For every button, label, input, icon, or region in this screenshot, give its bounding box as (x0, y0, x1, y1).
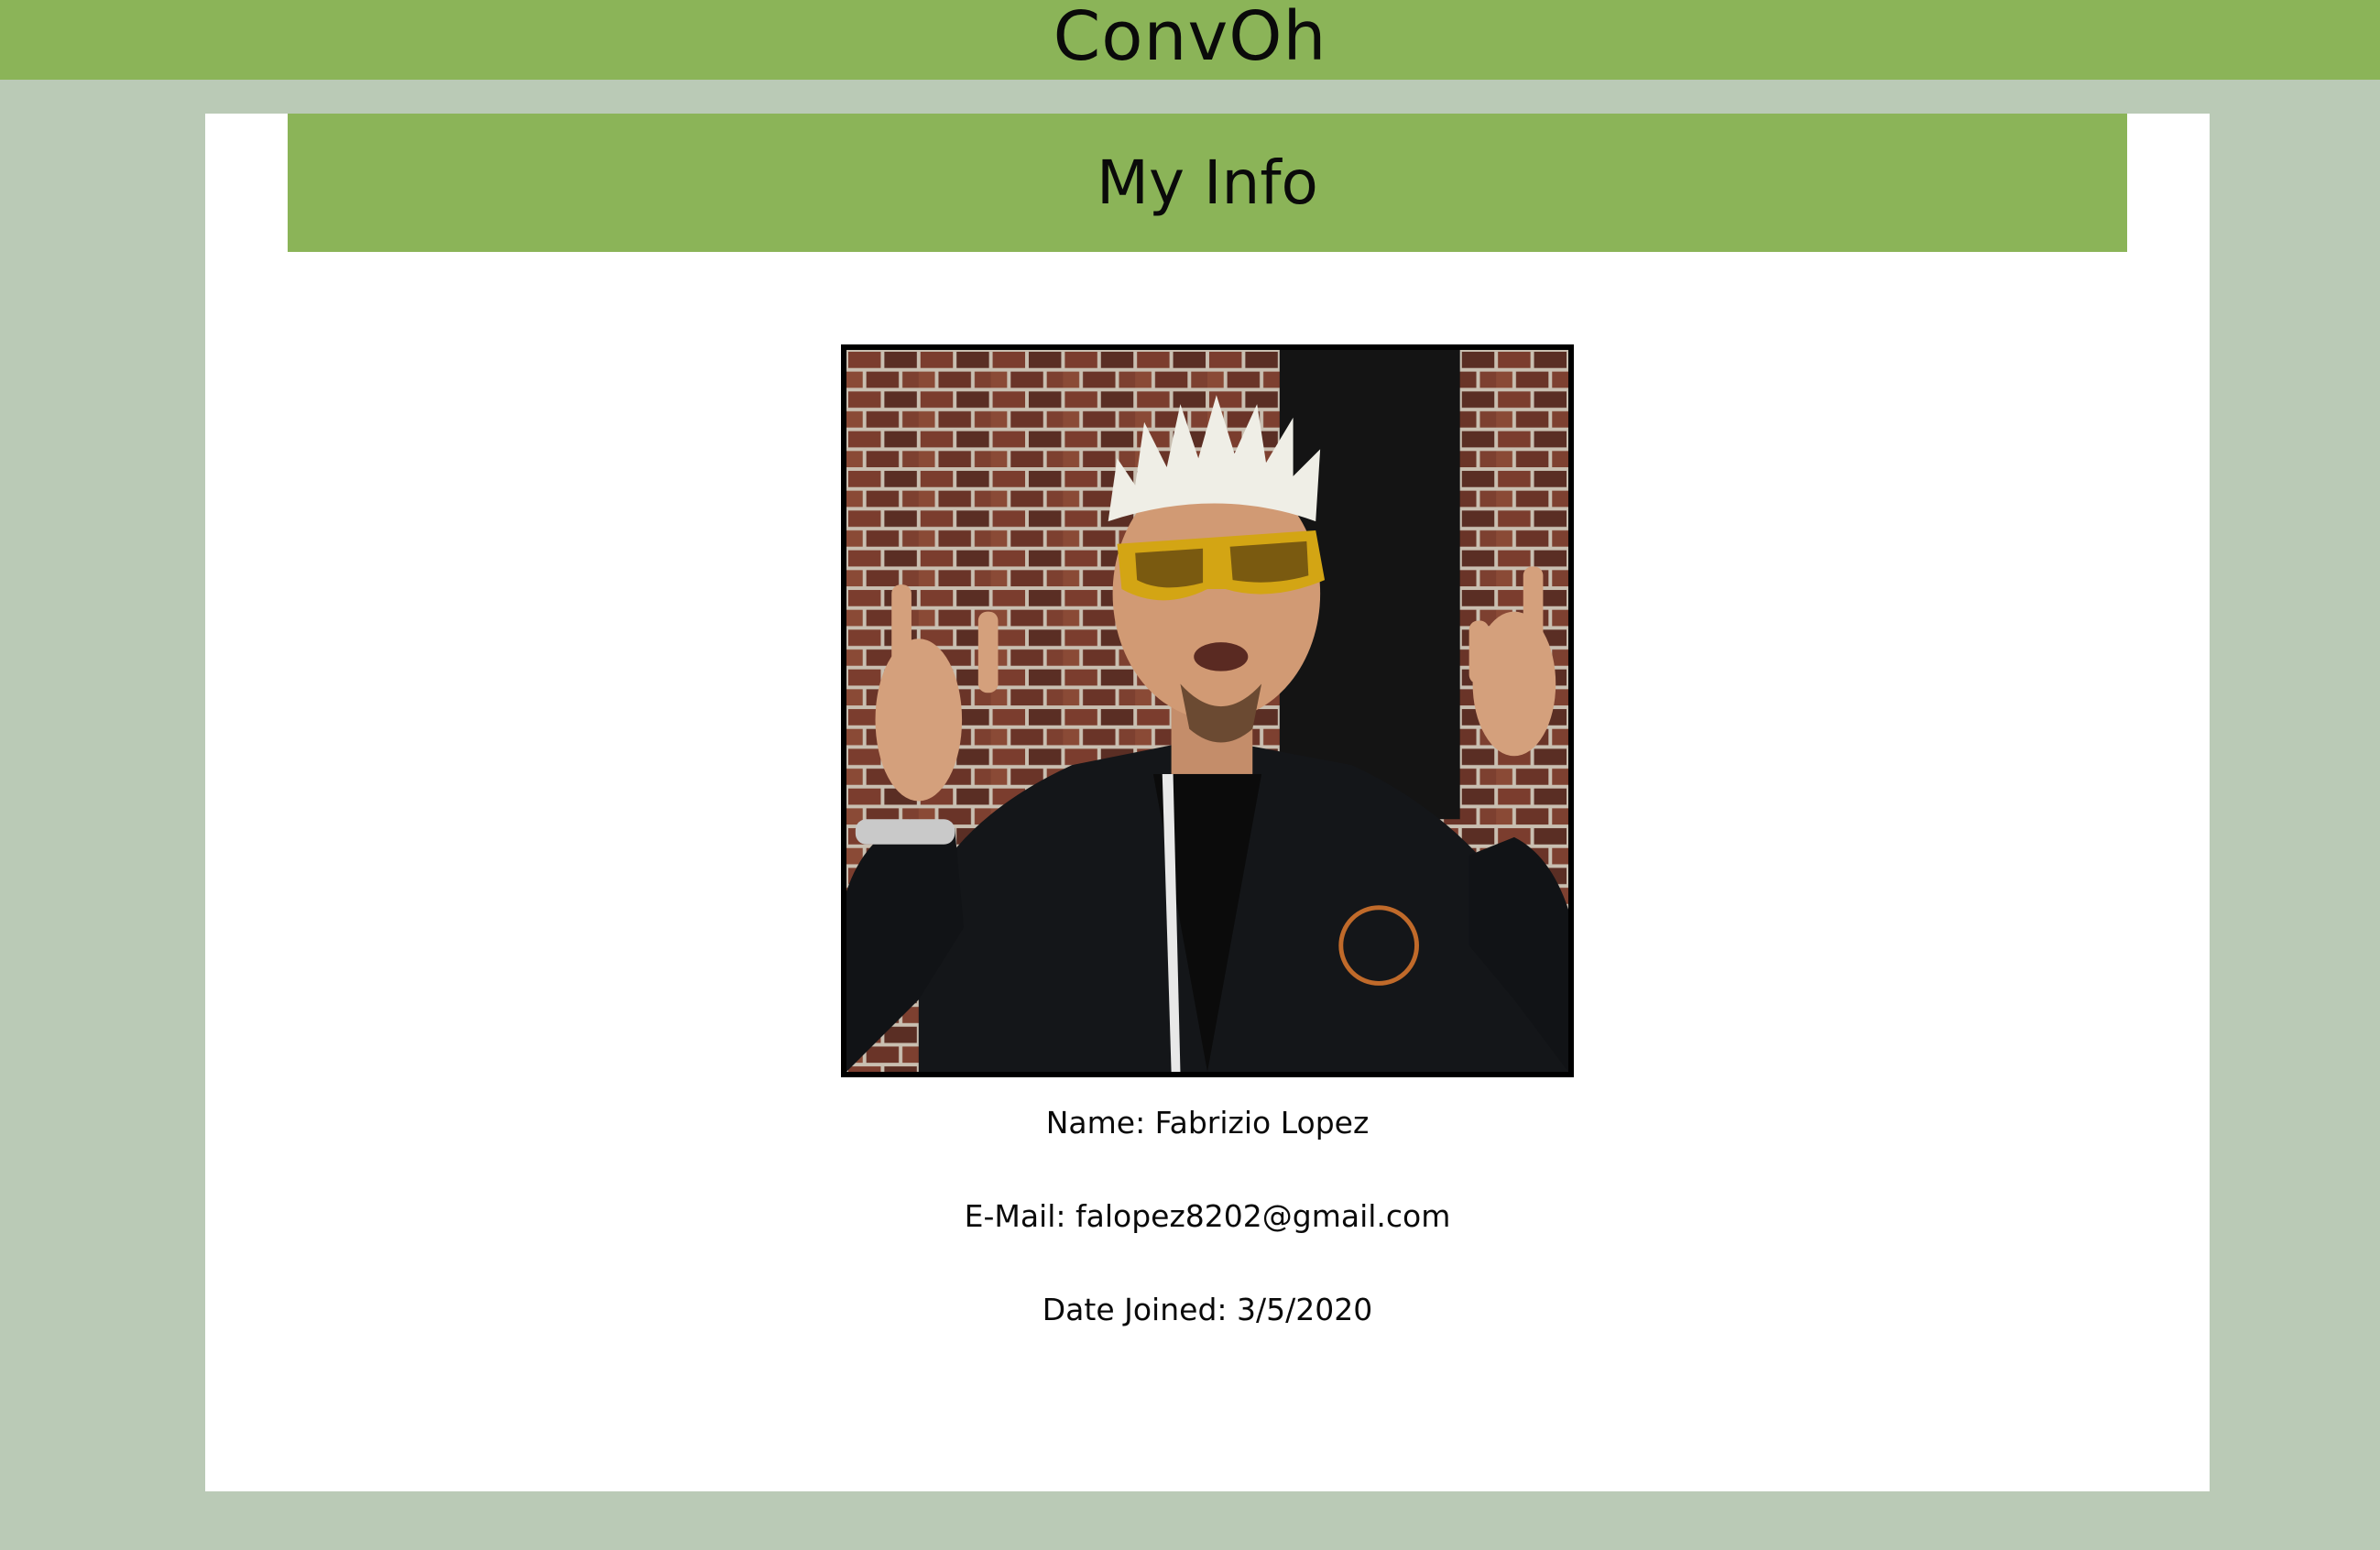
top-bar: ConvOh (0, 0, 2380, 80)
profile-photo-image (846, 350, 1568, 1072)
user-email: E-Mail: falopez8202@gmail.com (964, 1198, 1451, 1234)
date-joined: Date Joined: 3/5/2020 (1042, 1292, 1373, 1327)
app-title: ConvOh (1053, 0, 1327, 76)
section-title: My Info (1097, 147, 1318, 218)
profile-card: My Info Name: Fabrizio Lopez E-Mail: fal… (205, 114, 2210, 1491)
profile-photo (841, 344, 1574, 1077)
section-header: My Info (288, 114, 2127, 252)
user-name: Name: Fabrizio Lopez (1045, 1105, 1370, 1141)
